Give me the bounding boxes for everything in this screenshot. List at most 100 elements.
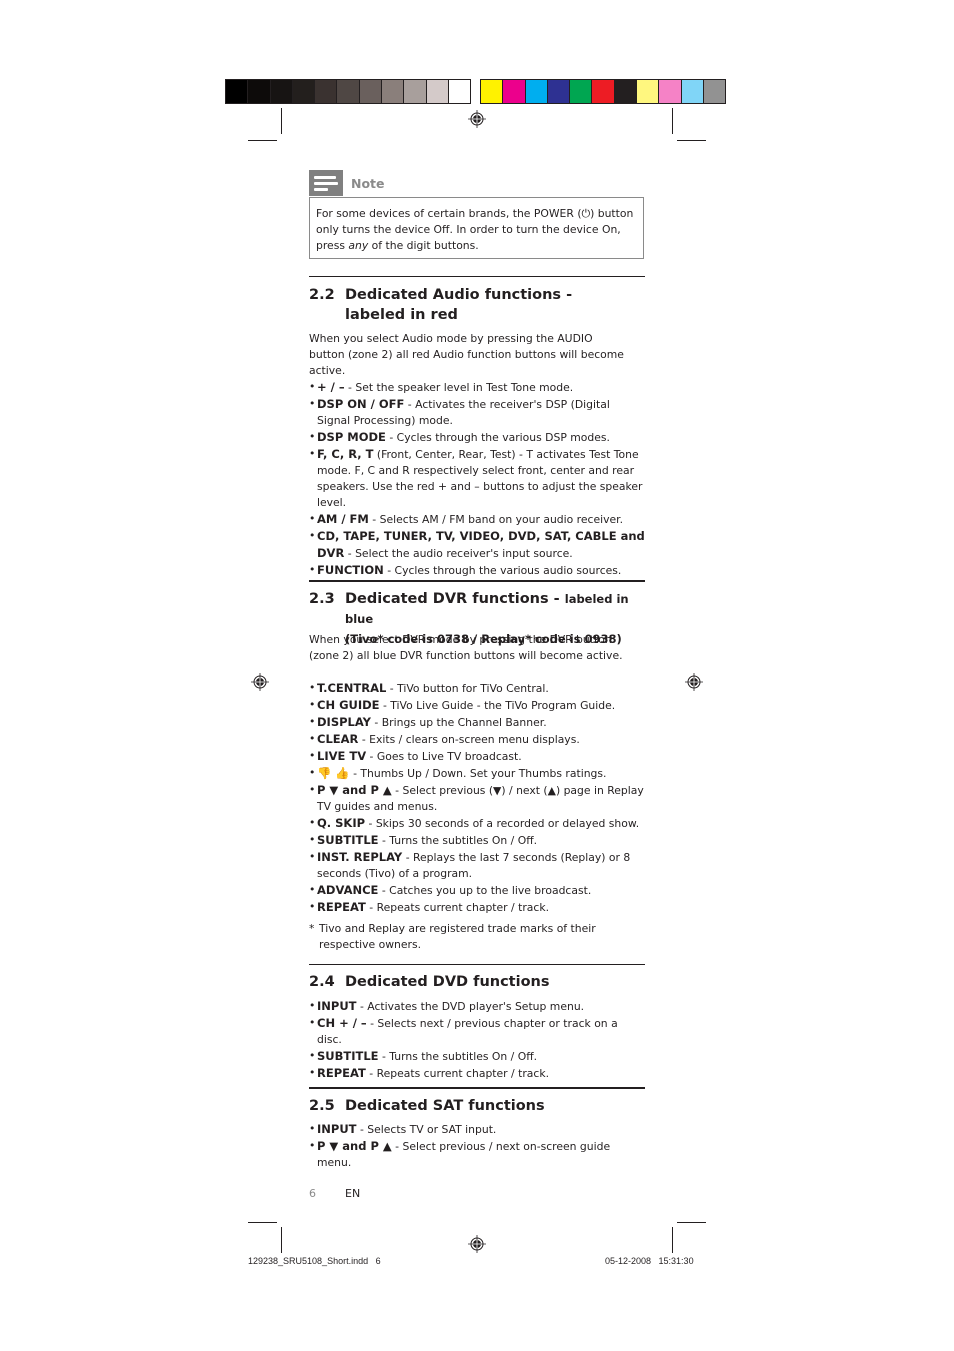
grayscale-swatch — [337, 80, 359, 103]
process-color-swatch — [570, 80, 592, 103]
button-key-label: FUNCTION — [317, 563, 384, 577]
button-description: - Cycles through the various audio sourc… — [383, 564, 622, 577]
section-divider — [309, 1087, 645, 1089]
function-list-item: FUNCTION - Cycles through the various au… — [309, 562, 645, 579]
note-header: Note — [309, 170, 385, 196]
process-color-swatch — [659, 80, 681, 103]
button-key-label: Q. SKIP — [317, 816, 366, 830]
registration-mark-icon — [685, 673, 703, 691]
crop-mark-top-right-h — [677, 140, 706, 141]
button-key-label: CLEAR — [317, 732, 359, 746]
function-list-item: SUBTITLE - Turns the subtitles On / Off. — [309, 832, 645, 849]
crop-mark-top-left-h — [248, 140, 277, 141]
slug-timestamp: 05-12-2008 15:31:30 — [605, 1256, 694, 1266]
sat-function-list: INPUT - Selects TV or SAT input.P ▼ and … — [309, 1121, 645, 1171]
section-divider — [309, 276, 645, 277]
process-color-swatch — [525, 80, 547, 103]
function-list-item: P ▼ and P ▲ - Select previous (▼) / next… — [309, 782, 645, 815]
button-key-label: P ▼ and P ▲ — [317, 1139, 392, 1153]
section-number: 2.2 — [309, 287, 335, 303]
button-description: - Brings up the Channel Banner. — [371, 716, 547, 729]
process-color-swatch — [703, 80, 726, 103]
note-text-emphasis: any — [348, 239, 369, 252]
button-description: - Repeats current chapter / track. — [365, 901, 550, 914]
process-color-swatch — [503, 80, 525, 103]
section-number: 2.5 — [309, 1098, 335, 1114]
button-description: - Thumbs Up / Down. Set your Thumbs rati… — [349, 767, 607, 780]
section-number: 2.4 — [309, 974, 335, 990]
section-title: Dedicated DVD functions — [345, 974, 550, 990]
button-description: - Catches you up to the live broadcast. — [378, 884, 592, 897]
button-key-label: INPUT — [317, 1122, 357, 1136]
process-color-swatch — [681, 80, 703, 103]
grayscale-swatch — [248, 80, 270, 103]
grayscale-swatch — [448, 80, 471, 103]
button-description: - Selects AM / FM band on your audio rec… — [368, 513, 624, 526]
footnote-mark: * — [309, 922, 315, 935]
process-color-swatch — [592, 80, 614, 103]
button-description: - Skips 30 seconds of a recorded or dela… — [365, 817, 640, 830]
button-key-label: LIVE TV — [317, 749, 367, 763]
button-key-label: SUBTITLE — [317, 1049, 379, 1063]
button-key-label: CH + / – — [317, 1016, 367, 1030]
note-box: For some devices of certain brands, the … — [309, 197, 644, 259]
button-key-label: AM / FM — [317, 512, 369, 526]
grayscale-swatch — [292, 80, 315, 103]
button-description: - Exits / clears on-screen menu displays… — [358, 733, 580, 746]
grayscale-swatch — [404, 80, 426, 103]
footnote-text: Tivo and Replay are registered trade mar… — [319, 922, 596, 951]
process-color-bar — [480, 79, 727, 104]
function-list-item: ADVANCE - Catches you up to the live bro… — [309, 882, 645, 899]
section-divider — [309, 580, 645, 582]
dvd-function-list: INPUT - Activates the DVD player's Setup… — [309, 998, 645, 1082]
function-list-item: DSP MODE - Cycles through the various DS… — [309, 429, 645, 446]
function-list-item: DSP ON / OFF - Activates the receiver's … — [309, 396, 645, 429]
button-description: - Turns the subtitles On / Off. — [378, 834, 538, 847]
function-list-item: Q. SKIP - Skips 30 seconds of a recorded… — [309, 815, 645, 832]
button-key-label: 👎 👍 — [317, 766, 350, 780]
section-title: Dedicated Audio functions - labeled in r… — [345, 287, 573, 323]
button-description: - Goes to Live TV broadcast. — [366, 750, 522, 763]
grayscale-swatch — [359, 80, 382, 103]
section-intro: When you select Audio mode by pressing t… — [309, 332, 624, 377]
crop-mark-top-left-v — [281, 108, 282, 134]
button-key-label: DSP MODE — [317, 430, 386, 444]
button-description: - TiVo Live Guide - the TiVo Program Gui… — [379, 699, 616, 712]
button-key-label: REPEAT — [317, 1066, 366, 1080]
function-list-item: 👎 👍 - Thumbs Up / Down. Set your Thumbs … — [309, 765, 645, 782]
function-list-item: SUBTITLE - Turns the subtitles On / Off. — [309, 1048, 645, 1065]
trademark-footnote: * Tivo and Replay are registered trade ma… — [309, 921, 645, 953]
registration-mark-icon — [468, 110, 486, 128]
button-description: - Selects TV or SAT input. — [356, 1123, 497, 1136]
button-key-label: INST. REPLAY — [317, 850, 403, 864]
button-description: - Repeats current chapter / track. — [365, 1067, 550, 1080]
function-list-item: INST. REPLAY - Replays the last 7 second… — [309, 849, 645, 882]
function-list-item: INPUT - Activates the DVD player's Setup… — [309, 998, 645, 1015]
function-list-item: CD, TAPE, TUNER, TV, VIDEO, DVD, SAT, CA… — [309, 528, 645, 562]
grayscale-swatch — [426, 80, 448, 103]
function-list-item: + / – - Set the speaker level in Test To… — [309, 379, 645, 396]
function-list-item: CLEAR - Exits / clears on-screen menu di… — [309, 731, 645, 748]
button-description: - Activates the DVD player's Setup menu. — [356, 1000, 585, 1013]
function-list-item: INPUT - Selects TV or SAT input. — [309, 1121, 645, 1138]
section-number: 2.3 — [309, 591, 335, 607]
section-divider — [309, 964, 645, 965]
process-color-swatch — [614, 80, 637, 103]
button-key-label: CH GUIDE — [317, 698, 380, 712]
button-key-label: ADVANCE — [317, 883, 379, 897]
grayscale-color-bar — [225, 79, 472, 104]
function-list-item: REPEAT - Repeats current chapter / track… — [309, 899, 645, 916]
crop-mark-bottom-left-h — [248, 1222, 277, 1223]
process-color-swatch — [637, 80, 659, 103]
button-description: - Set the speaker level in Test Tone mod… — [344, 381, 574, 394]
button-description: - Select the audio receiver's input sour… — [344, 547, 573, 560]
slug-filename: 129238_SRU5108_Short.indd 6 — [248, 1256, 381, 1266]
registration-mark-icon — [251, 673, 269, 691]
crop-mark-top-right-v — [672, 108, 673, 134]
function-list-item: DISPLAY - Brings up the Channel Banner. — [309, 714, 645, 731]
grayscale-swatch — [270, 80, 292, 103]
section-heading-2-5: 2.5 Dedicated SAT functions — [309, 1096, 645, 1116]
function-list-item: LIVE TV - Goes to Live TV broadcast. — [309, 748, 645, 765]
button-key-label: T.CENTRAL — [317, 681, 387, 695]
button-description: - TiVo button for TiVo Central. — [386, 682, 549, 695]
